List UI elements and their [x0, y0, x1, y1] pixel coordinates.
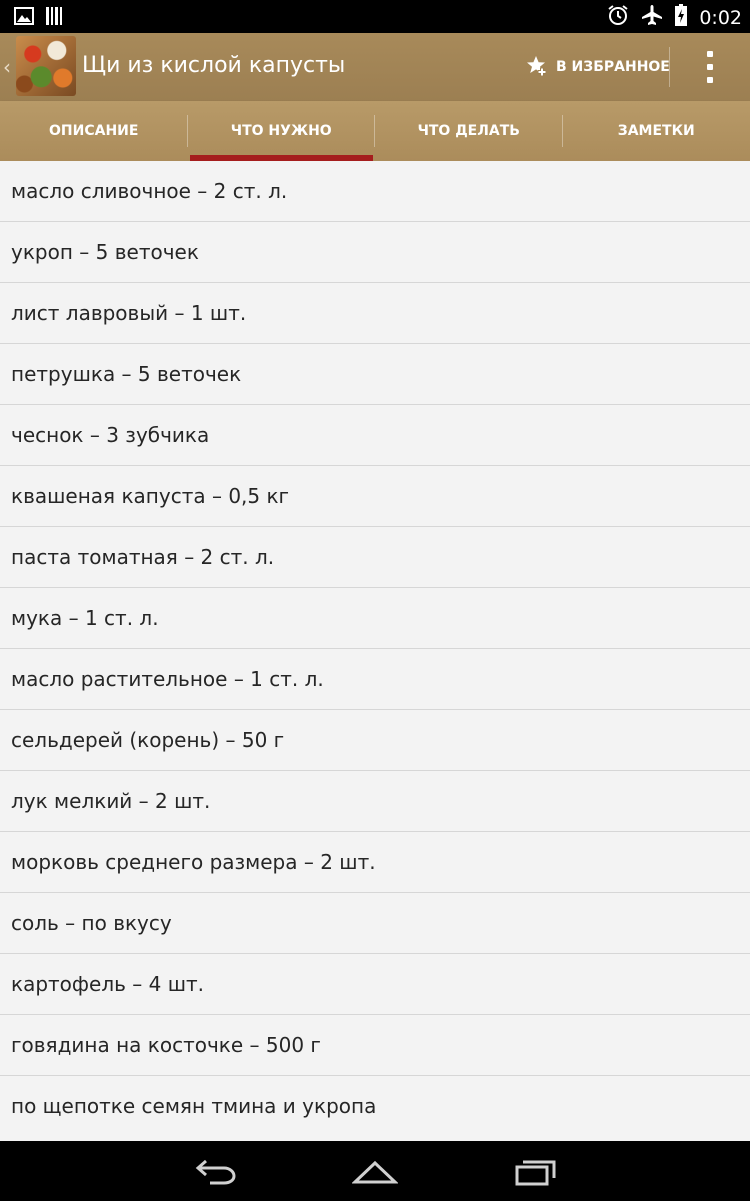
list-item[interactable]: соль – по вкусу: [0, 893, 750, 954]
list-item[interactable]: укроп – 5 веточек: [0, 222, 750, 283]
tab-directions[interactable]: ЧТО ДЕЛАТЬ: [375, 101, 563, 161]
tab-label: ОПИСАНИЕ: [49, 123, 139, 139]
tab-label: ЧТО НУЖНО: [230, 123, 332, 139]
tab-label: ЧТО ДЕЛАТЬ: [417, 123, 520, 139]
back-icon[interactable]: [194, 1155, 238, 1191]
battery-charging-icon: [675, 4, 688, 31]
list-item[interactable]: масло сливочное – 2 ст. л.: [0, 161, 750, 222]
clock-time: 0:02: [699, 6, 742, 29]
recent-apps-icon[interactable]: [514, 1155, 558, 1191]
star-add-icon: [526, 54, 548, 80]
home-icon[interactable]: [351, 1155, 399, 1191]
action-divider: [669, 47, 670, 87]
list-item[interactable]: лист лавровый – 1 шт.: [0, 283, 750, 344]
tab-ingredients[interactable]: ЧТО НУЖНО: [188, 101, 375, 161]
recipe-title: Щи из кислой капусты: [82, 53, 346, 78]
list-item[interactable]: чеснок – 3 зубчика: [0, 405, 750, 466]
recipe-thumbnail[interactable]: [16, 36, 76, 96]
tab-notes[interactable]: ЗАМЕТКИ: [563, 101, 750, 161]
list-item[interactable]: лук мелкий – 2 шт.: [0, 771, 750, 832]
list-item[interactable]: говядина на косточке – 500 г: [0, 1015, 750, 1076]
overflow-menu-icon[interactable]: [700, 51, 720, 83]
list-item[interactable]: квашеная капуста – 0,5 кг: [0, 466, 750, 527]
tab-label: ЗАМЕТКИ: [617, 123, 695, 139]
list-item[interactable]: морковь среднего размера – 2 шт.: [0, 832, 750, 893]
barcode-notification-icon: [46, 7, 62, 29]
airplane-mode-icon: [641, 4, 663, 31]
list-item[interactable]: мука – 1 ст. л.: [0, 588, 750, 649]
favorites-label: В ИЗБРАННОЕ: [556, 59, 670, 75]
up-navigation-icon[interactable]: ‹: [3, 55, 11, 79]
add-to-favorites-button[interactable]: В ИЗБРАННОЕ: [526, 54, 670, 80]
navigation-bar: [0, 1141, 750, 1201]
alarm-icon: [607, 4, 629, 31]
list-item[interactable]: паста томатная – 2 ст. л.: [0, 527, 750, 588]
list-item[interactable]: петрушка – 5 веточек: [0, 344, 750, 405]
ingredient-list: масло сливочное – 2 ст. л. укроп – 5 вет…: [0, 161, 750, 1136]
list-item[interactable]: по щепотке семян тмина и укропа: [0, 1076, 750, 1136]
image-notification-icon: [14, 7, 34, 29]
tab-description[interactable]: ОПИСАНИЕ: [0, 101, 188, 161]
action-bar: ‹ Щи из кислой капусты В ИЗБРАННОЕ: [0, 33, 750, 101]
status-bar: 0:02: [0, 0, 750, 33]
tab-bar: ОПИСАНИЕ ЧТО НУЖНО ЧТО ДЕЛАТЬ ЗАМЕТКИ: [0, 101, 750, 161]
list-item[interactable]: масло растительное – 1 ст. л.: [0, 649, 750, 710]
list-item[interactable]: картофель – 4 шт.: [0, 954, 750, 1015]
list-item[interactable]: сельдерей (корень) – 50 г: [0, 710, 750, 771]
